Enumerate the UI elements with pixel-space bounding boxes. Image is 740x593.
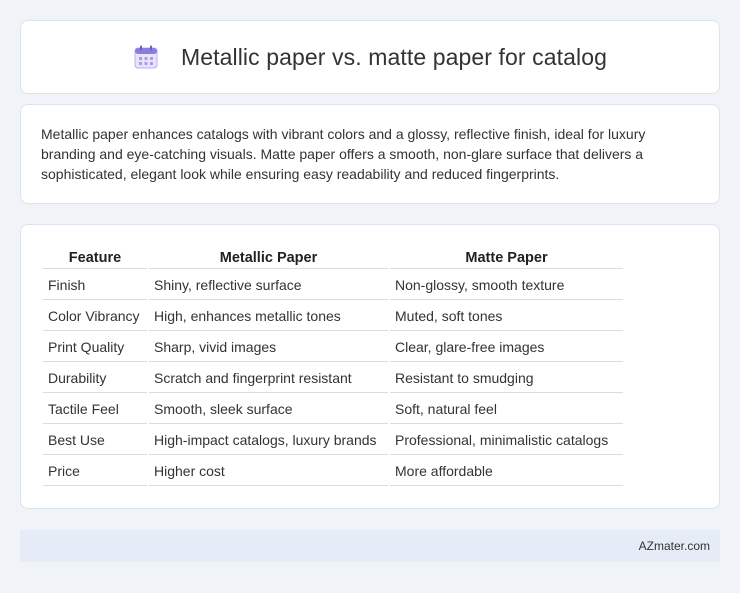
- table-row: Durability Scratch and fingerprint resis…: [43, 364, 623, 393]
- table-row: Print Quality Sharp, vivid images Clear,…: [43, 333, 623, 362]
- table-cell: Best Use: [43, 426, 147, 455]
- footer-site-label: AZmater.com: [638, 539, 710, 553]
- table-cell: More affordable: [390, 457, 623, 486]
- table-cell: Professional, minimalistic catalogs: [390, 426, 623, 455]
- table-card: Feature Metallic Paper Matte Paper Finis…: [20, 224, 720, 509]
- table-cell: Higher cost: [149, 457, 388, 486]
- table-cell: Color Vibrancy: [43, 302, 147, 331]
- header-card: Metallic paper vs. matte paper for catal…: [20, 20, 720, 94]
- table-cell: Soft, natural feel: [390, 395, 623, 424]
- table-row: Color Vibrancy High, enhances metallic t…: [43, 302, 623, 331]
- column-header-metallic: Metallic Paper: [149, 247, 388, 269]
- table-cell: Tactile Feel: [43, 395, 147, 424]
- table-row: Price Higher cost More affordable: [43, 457, 623, 486]
- column-header-matte: Matte Paper: [390, 247, 623, 269]
- table-cell: High, enhances metallic tones: [149, 302, 388, 331]
- table-cell: Scratch and fingerprint resistant: [149, 364, 388, 393]
- footer: AZmater.com: [20, 530, 720, 562]
- table-cell: Price: [43, 457, 147, 486]
- table-cell: Print Quality: [43, 333, 147, 362]
- table-row: Finish Shiny, reflective surface Non-glo…: [43, 271, 623, 300]
- table-cell: Finish: [43, 271, 147, 300]
- calendar-icon: [133, 44, 159, 70]
- table-cell: Sharp, vivid images: [149, 333, 388, 362]
- table-cell: Clear, glare-free images: [390, 333, 623, 362]
- header: Metallic paper vs. matte paper for catal…: [133, 44, 607, 71]
- table-cell: Durability: [43, 364, 147, 393]
- table-row: Best Use High-impact catalogs, luxury br…: [43, 426, 623, 455]
- table-cell: Smooth, sleek surface: [149, 395, 388, 424]
- table-cell: Muted, soft tones: [390, 302, 623, 331]
- column-header-feature: Feature: [43, 247, 147, 269]
- table-row: Tactile Feel Smooth, sleek surface Soft,…: [43, 395, 623, 424]
- table-cell: Resistant to smudging: [390, 364, 623, 393]
- page-title: Metallic paper vs. matte paper for catal…: [180, 43, 608, 70]
- intro-text: Metallic paper enhances catalogs with vi…: [41, 126, 646, 182]
- table-cell: Non-glossy, smooth texture: [390, 271, 623, 300]
- comparison-table: Feature Metallic Paper Matte Paper Finis…: [41, 245, 625, 488]
- intro-card: Metallic paper enhances catalogs with vi…: [20, 104, 720, 204]
- table-header-row: Feature Metallic Paper Matte Paper: [43, 247, 623, 269]
- table-cell: High-impact catalogs, luxury brands: [149, 426, 388, 455]
- table-cell: Shiny, reflective surface: [149, 271, 388, 300]
